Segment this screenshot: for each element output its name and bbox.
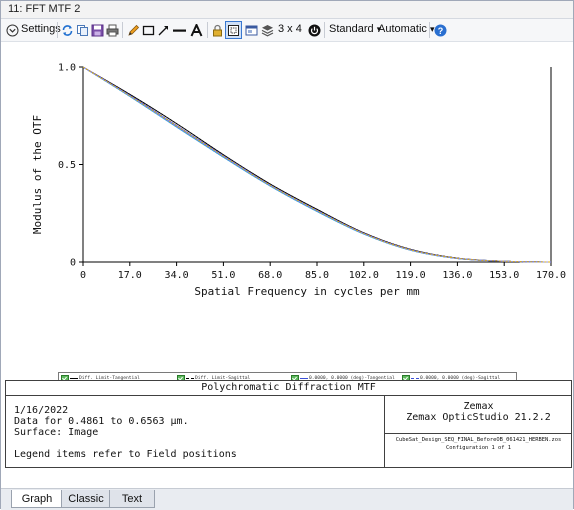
x-tick-label: 170.0 — [536, 270, 566, 281]
y-tick-label: 0 — [70, 258, 76, 269]
series-line — [82, 66, 552, 263]
x-tick-label: 153.0 — [489, 270, 519, 281]
info-brand: Zemax — [463, 401, 494, 412]
standard-dropdown-label: Standard — [329, 23, 374, 35]
power-icon[interactable] — [307, 21, 321, 39]
info-details: 1/16/2022 Data for 0.4861 to 0.6563 µm. … — [14, 405, 237, 460]
series-line — [82, 66, 552, 263]
legend-swatch — [300, 378, 308, 379]
zoom-fit-icon[interactable] — [225, 21, 242, 39]
x-tick-label: 136.0 — [442, 270, 472, 281]
info-product-version: Zemax OpticStudio 21.2.2 — [406, 412, 551, 423]
standard-dropdown[interactable]: Standard ▾ — [329, 23, 381, 35]
series-line — [82, 66, 552, 263]
info-title: Polychromatic Diffraction MTF — [6, 381, 571, 396]
automatic-dropdown[interactable]: Automatic ▾ — [378, 23, 435, 35]
svg-text:?: ? — [437, 26, 443, 36]
info-date: 1/16/2022 — [14, 405, 69, 416]
save-icon[interactable] — [90, 21, 104, 39]
settings-button[interactable]: Settings — [21, 23, 61, 35]
series-line — [82, 66, 552, 263]
series-line — [82, 66, 552, 263]
toolbar-divider — [57, 22, 58, 38]
automatic-dropdown-label: Automatic — [378, 23, 427, 35]
text-tool-icon[interactable] — [189, 21, 203, 39]
info-file: CubeSat_Design_SEQ_FINAL_BeforeOB_061421… — [385, 436, 572, 452]
toolbar-divider — [122, 22, 123, 38]
x-tick-label: 85.0 — [305, 270, 329, 281]
refresh-icon[interactable] — [60, 21, 74, 39]
legend-swatch — [186, 378, 194, 379]
line-icon[interactable] — [171, 21, 187, 39]
tab-text[interactable]: Text — [109, 490, 155, 508]
print-icon[interactable] — [105, 21, 119, 39]
series-line — [82, 66, 552, 263]
info-surface: Surface: Image — [14, 427, 99, 438]
copy-icon[interactable] — [75, 21, 89, 39]
series-line — [82, 66, 552, 263]
layout-selector[interactable]: 3 x 4 — [278, 23, 302, 35]
title-bar: 11: FFT MTF 2 — [1, 1, 573, 19]
series-line — [82, 66, 552, 263]
rectangle-icon[interactable] — [141, 21, 155, 39]
plot-area: 0 17.0 34.0 51.0 68.0 85.0 102.0 119.0 136.0 153.… — [1, 42, 573, 414]
x-tick-label: 0 — [80, 270, 86, 281]
info-product-block: Zemax Zemax OpticStudio 21.2.2 CubeSat_D… — [384, 396, 572, 467]
y-tick-label: 0.5 — [58, 160, 76, 171]
window-icon[interactable] — [244, 21, 258, 39]
tab-classic[interactable]: Classic — [61, 490, 111, 508]
arrow-icon[interactable] — [156, 21, 170, 39]
pencil-icon[interactable] — [126, 21, 140, 39]
y-axis-label: Modulus of the OTF — [31, 115, 44, 234]
info-configuration: Configuration 1 of 1 — [446, 445, 511, 451]
x-tick-label: 119.0 — [396, 270, 426, 281]
x-tick-label: 17.0 — [118, 270, 142, 281]
x-tick-label: 102.0 — [349, 270, 379, 281]
series-line — [82, 66, 552, 263]
legend-swatch — [411, 378, 419, 379]
tab-graph[interactable]: Graph — [11, 490, 63, 508]
view-tabs: Graph Classic Text — [1, 488, 573, 510]
x-tick-label: 51.0 — [211, 270, 235, 281]
info-product: Zemax Zemax OpticStudio 21.2.2 — [385, 396, 572, 434]
info-file-name: CubeSat_Design_SEQ_FINAL_BeforeOB_061421… — [395, 437, 562, 443]
toolbar-divider — [324, 22, 325, 38]
toolbar: Settings 3 x 4 Standard ▾ Automatic ▾ ? — [1, 19, 573, 42]
layers-icon[interactable] — [260, 21, 274, 39]
x-tick-label: 68.0 — [258, 270, 282, 281]
y-tick-label: 1.0 — [58, 63, 76, 74]
settings-chevron-icon[interactable] — [5, 21, 19, 39]
series-line — [82, 66, 552, 263]
info-data-range: Data for 0.4861 to 0.6563 µm. — [14, 416, 189, 427]
series-line — [82, 66, 552, 263]
series-line — [82, 66, 552, 263]
x-tick-label: 34.0 — [165, 270, 189, 281]
info-legend-note: Legend items refer to Field positions — [14, 449, 237, 460]
series-line — [82, 66, 552, 263]
series-line — [82, 66, 552, 263]
x-axis-label: Spatial Frequency in cycles per mm — [194, 285, 420, 298]
legend-swatch — [70, 378, 78, 379]
window-title: 11: FFT MTF 2 — [8, 3, 81, 15]
series-line — [82, 66, 552, 263]
mtf-chart: 0 17.0 34.0 51.0 68.0 85.0 102.0 119.0 136.0 153.… — [31, 63, 566, 299]
help-icon[interactable]: ? — [433, 21, 447, 39]
series-line — [82, 66, 552, 263]
toolbar-divider — [429, 22, 430, 38]
info-panel: Polychromatic Diffraction MTF 1/16/2022 … — [5, 380, 572, 468]
lock-icon[interactable] — [210, 21, 224, 39]
mtf-window: 11: FFT MTF 2 Settings 3 x 4 Standard ▾ … — [0, 0, 574, 510]
toolbar-divider — [207, 22, 208, 38]
